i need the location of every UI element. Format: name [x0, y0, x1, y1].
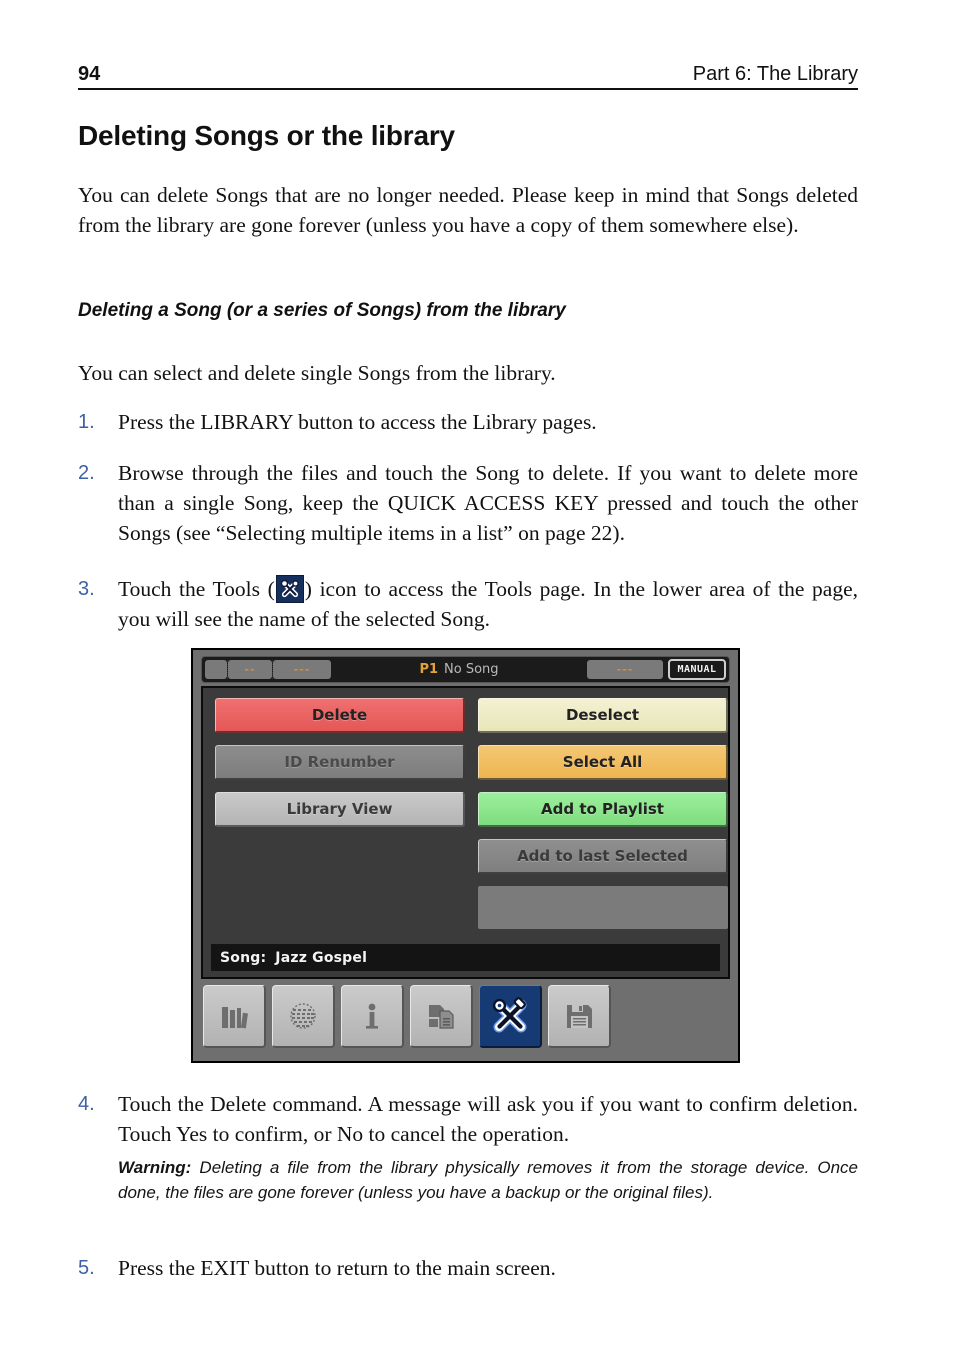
lead-paragraph: You can select and delete single Songs f… — [78, 361, 556, 385]
add-to-playlist-button[interactable]: Add to Playlist — [478, 792, 728, 827]
library-books-icon[interactable] — [203, 985, 266, 1048]
step-item: 1. Press the LIBRARY button to access th… — [78, 407, 858, 437]
step-number: 5. — [78, 1257, 95, 1279]
intro-paragraph: You can delete Songs that are no longer … — [78, 183, 858, 237]
save-floppy-icon[interactable] — [548, 985, 611, 1048]
header-rule — [78, 88, 858, 90]
device-titlebar: -- --- P1 No Song --- MANUAL — [201, 656, 730, 683]
step-text: Press the LIBRARY button to access the L… — [118, 410, 597, 434]
titlebar-segment-2: -- — [228, 660, 272, 679]
titlebar-segment-3: --- — [273, 660, 331, 679]
step-item: 4. Touch the Delete command. A message w… — [78, 1089, 858, 1149]
step-number: 2. — [78, 462, 95, 484]
step-item: 5. Press the EXIT button to return to th… — [78, 1253, 858, 1283]
select-all-button[interactable]: Select All — [478, 745, 728, 780]
step-number: 3. — [78, 578, 95, 600]
warning-note: Warning: Deleting a file from the librar… — [118, 1155, 858, 1205]
song-name: Jazz Gospel — [275, 949, 368, 966]
id-renumber-button[interactable]: ID Renumber — [215, 745, 465, 780]
tools-page-panel: Delete ID Renumber Library View Deselect… — [201, 686, 730, 979]
step-text-before: Touch the Tools ( — [118, 577, 275, 601]
tools-icon[interactable] — [479, 985, 542, 1048]
command-column-right: Deselect Select All Add to Playlist Add … — [478, 698, 728, 929]
deselect-button[interactable]: Deselect — [478, 698, 728, 733]
info-icon[interactable] — [341, 985, 404, 1048]
step-number: 4. — [78, 1093, 95, 1115]
globe-search-icon[interactable] — [272, 985, 335, 1048]
warning-text: Deleting a file from the library physica… — [118, 1158, 858, 1202]
song-label: Song: — [220, 949, 267, 966]
step-item: 3. Touch the Tools () icon to access the… — [78, 574, 858, 634]
step-text: Touch the Delete command. A message will… — [118, 1092, 858, 1146]
titlebar-segment-4: --- — [587, 660, 663, 679]
delete-button[interactable]: Delete — [215, 698, 465, 733]
step-text: Browse through the files and touch the S… — [118, 461, 858, 545]
running-head: 94 Part 6: The Library — [78, 48, 858, 86]
titlebar-segment-1 — [205, 660, 227, 679]
copy-file-icon[interactable] — [410, 985, 473, 1048]
page-number: 94 — [78, 63, 101, 85]
add-to-last-selected-button[interactable]: Add to last Selected — [478, 839, 728, 874]
step-text: Touch the Tools () icon to access the To… — [118, 574, 858, 634]
device-icon-bar — [203, 985, 611, 1055]
manual-mode-button[interactable]: MANUAL — [668, 659, 726, 680]
device-inner: -- --- P1 No Song --- MANUAL Delete ID R… — [201, 656, 730, 1055]
device-screenshot: -- --- P1 No Song --- MANUAL Delete ID R… — [191, 648, 740, 1063]
library-view-button[interactable]: Library View — [215, 792, 465, 827]
tools-icon — [275, 575, 304, 603]
song-state: No Song — [444, 662, 499, 677]
performance-id: P1 — [419, 662, 439, 677]
command-column-left: Delete ID Renumber Library View — [215, 698, 465, 839]
selected-song-bar: Song: Jazz Gospel — [211, 944, 720, 971]
section-title: Part 6: The Library — [692, 63, 858, 85]
manual-page: 94 Part 6: The Library Deleting Songs or… — [0, 0, 954, 1354]
subsection-title: Deleting a Song (or a series of Songs) f… — [78, 300, 566, 321]
step-text: Press the EXIT button to return to the m… — [118, 1256, 556, 1280]
warning-label: Warning: — [118, 1158, 192, 1177]
step-item: 2. Browse through the files and touch th… — [78, 458, 858, 548]
page-title: Deleting Songs or the library — [78, 120, 455, 151]
step-number: 1. — [78, 411, 95, 433]
empty-slot-panel — [478, 886, 728, 929]
titlebar-song-status: P1 No Song — [331, 662, 587, 677]
